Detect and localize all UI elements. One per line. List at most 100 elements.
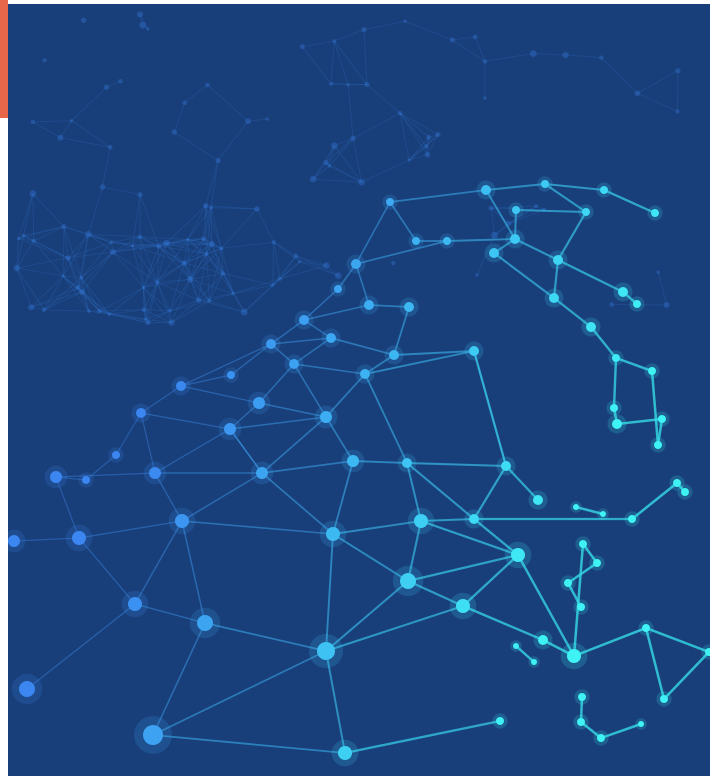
- faint-edge: [101, 147, 111, 188]
- mesh-node: [82, 476, 90, 484]
- faint-edge: [452, 36, 476, 41]
- mesh-node: [582, 208, 590, 216]
- faint-node: [168, 309, 172, 313]
- faint-edge: [452, 39, 486, 62]
- mesh-node: [600, 511, 606, 517]
- faint-node: [271, 239, 276, 245]
- mesh-edge: [303, 304, 370, 321]
- faint-edge: [217, 120, 249, 161]
- faint-edge: [187, 205, 207, 240]
- faint-node: [220, 271, 226, 276]
- faint-edge: [637, 92, 678, 112]
- faint-node: [265, 117, 269, 121]
- faint-edge: [171, 279, 191, 323]
- mesh-node: [253, 397, 265, 409]
- mesh-node: [489, 248, 499, 258]
- mesh-edge: [152, 650, 327, 736]
- faint-node: [475, 273, 479, 277]
- accent-bar: [0, 0, 8, 118]
- faint-node: [293, 253, 299, 259]
- faint-edge: [171, 299, 199, 323]
- faint-node: [203, 202, 209, 209]
- faint-edge: [99, 287, 144, 312]
- faint-edge: [490, 207, 510, 224]
- mesh-edge: [181, 472, 263, 522]
- mesh-edge: [204, 622, 327, 652]
- mesh-node: [638, 721, 644, 727]
- mesh-edge: [663, 651, 710, 700]
- faint-edge: [233, 284, 273, 295]
- mesh-node: [143, 725, 163, 745]
- mesh-node: [610, 404, 618, 412]
- faint-node: [139, 21, 147, 29]
- faint-edge: [333, 40, 368, 85]
- faint-edge: [272, 255, 297, 286]
- faint-node: [424, 144, 429, 149]
- faint-edge: [273, 242, 281, 279]
- faint-edge: [23, 193, 34, 236]
- mesh-node: [597, 734, 605, 742]
- faint-edge: [366, 84, 401, 114]
- faint-edge: [62, 226, 65, 277]
- faint-edge: [352, 138, 362, 183]
- faint-node: [599, 55, 604, 60]
- faint-edge: [533, 53, 566, 56]
- faint-edge: [272, 261, 301, 286]
- faint-node: [270, 282, 275, 288]
- faint-node: [483, 96, 487, 100]
- faint-edge: [184, 84, 208, 104]
- mesh-node: [538, 635, 548, 645]
- faint-edge: [325, 138, 354, 164]
- faint-edge: [16, 267, 32, 308]
- faint-edge: [16, 267, 45, 311]
- mesh-node: [481, 185, 491, 195]
- mesh-node: [136, 408, 146, 418]
- mesh-edge: [140, 412, 231, 430]
- faint-edge: [361, 159, 410, 183]
- mesh-node: [326, 527, 340, 541]
- faint-edge: [43, 287, 79, 311]
- mesh-node: [175, 514, 189, 528]
- faint-edge: [77, 287, 110, 315]
- faint-node: [30, 119, 35, 125]
- mesh-edge: [644, 627, 666, 700]
- faint-node: [204, 251, 209, 256]
- faint-node: [205, 82, 210, 88]
- mesh-node: [456, 599, 470, 613]
- mesh-node: [681, 488, 689, 496]
- mesh-node: [326, 333, 336, 343]
- faint-node: [407, 158, 411, 162]
- mesh-node: [618, 287, 628, 297]
- mesh-edge: [407, 553, 519, 583]
- faint-edge: [352, 112, 401, 139]
- mesh-node: [400, 573, 416, 589]
- mesh-edge: [332, 520, 422, 535]
- mesh-node: [586, 322, 596, 332]
- faint-node: [209, 205, 214, 210]
- faint-node: [634, 90, 641, 97]
- faint-node: [181, 260, 188, 267]
- faint-node: [240, 308, 248, 316]
- mesh-node: [256, 467, 268, 479]
- mesh-node: [533, 495, 543, 505]
- mesh-edge: [330, 337, 395, 356]
- mesh-node: [578, 693, 586, 701]
- faint-node: [145, 320, 151, 326]
- mesh-node: [531, 659, 537, 665]
- mesh-edge: [181, 520, 206, 624]
- mesh-node: [197, 615, 213, 631]
- faint-edge: [565, 54, 602, 59]
- faint-node: [136, 11, 143, 18]
- faint-node: [426, 134, 432, 140]
- faint-node: [472, 34, 478, 40]
- mesh-node: [642, 624, 650, 632]
- faint-edge: [363, 29, 368, 85]
- mesh-node: [469, 514, 479, 524]
- faint-node: [254, 206, 260, 212]
- faint-edge: [16, 257, 69, 269]
- mesh-edge: [389, 189, 487, 203]
- mesh-edge: [325, 605, 464, 652]
- faint-node: [69, 118, 74, 123]
- faint-node: [435, 131, 441, 138]
- mesh-node: [673, 479, 681, 487]
